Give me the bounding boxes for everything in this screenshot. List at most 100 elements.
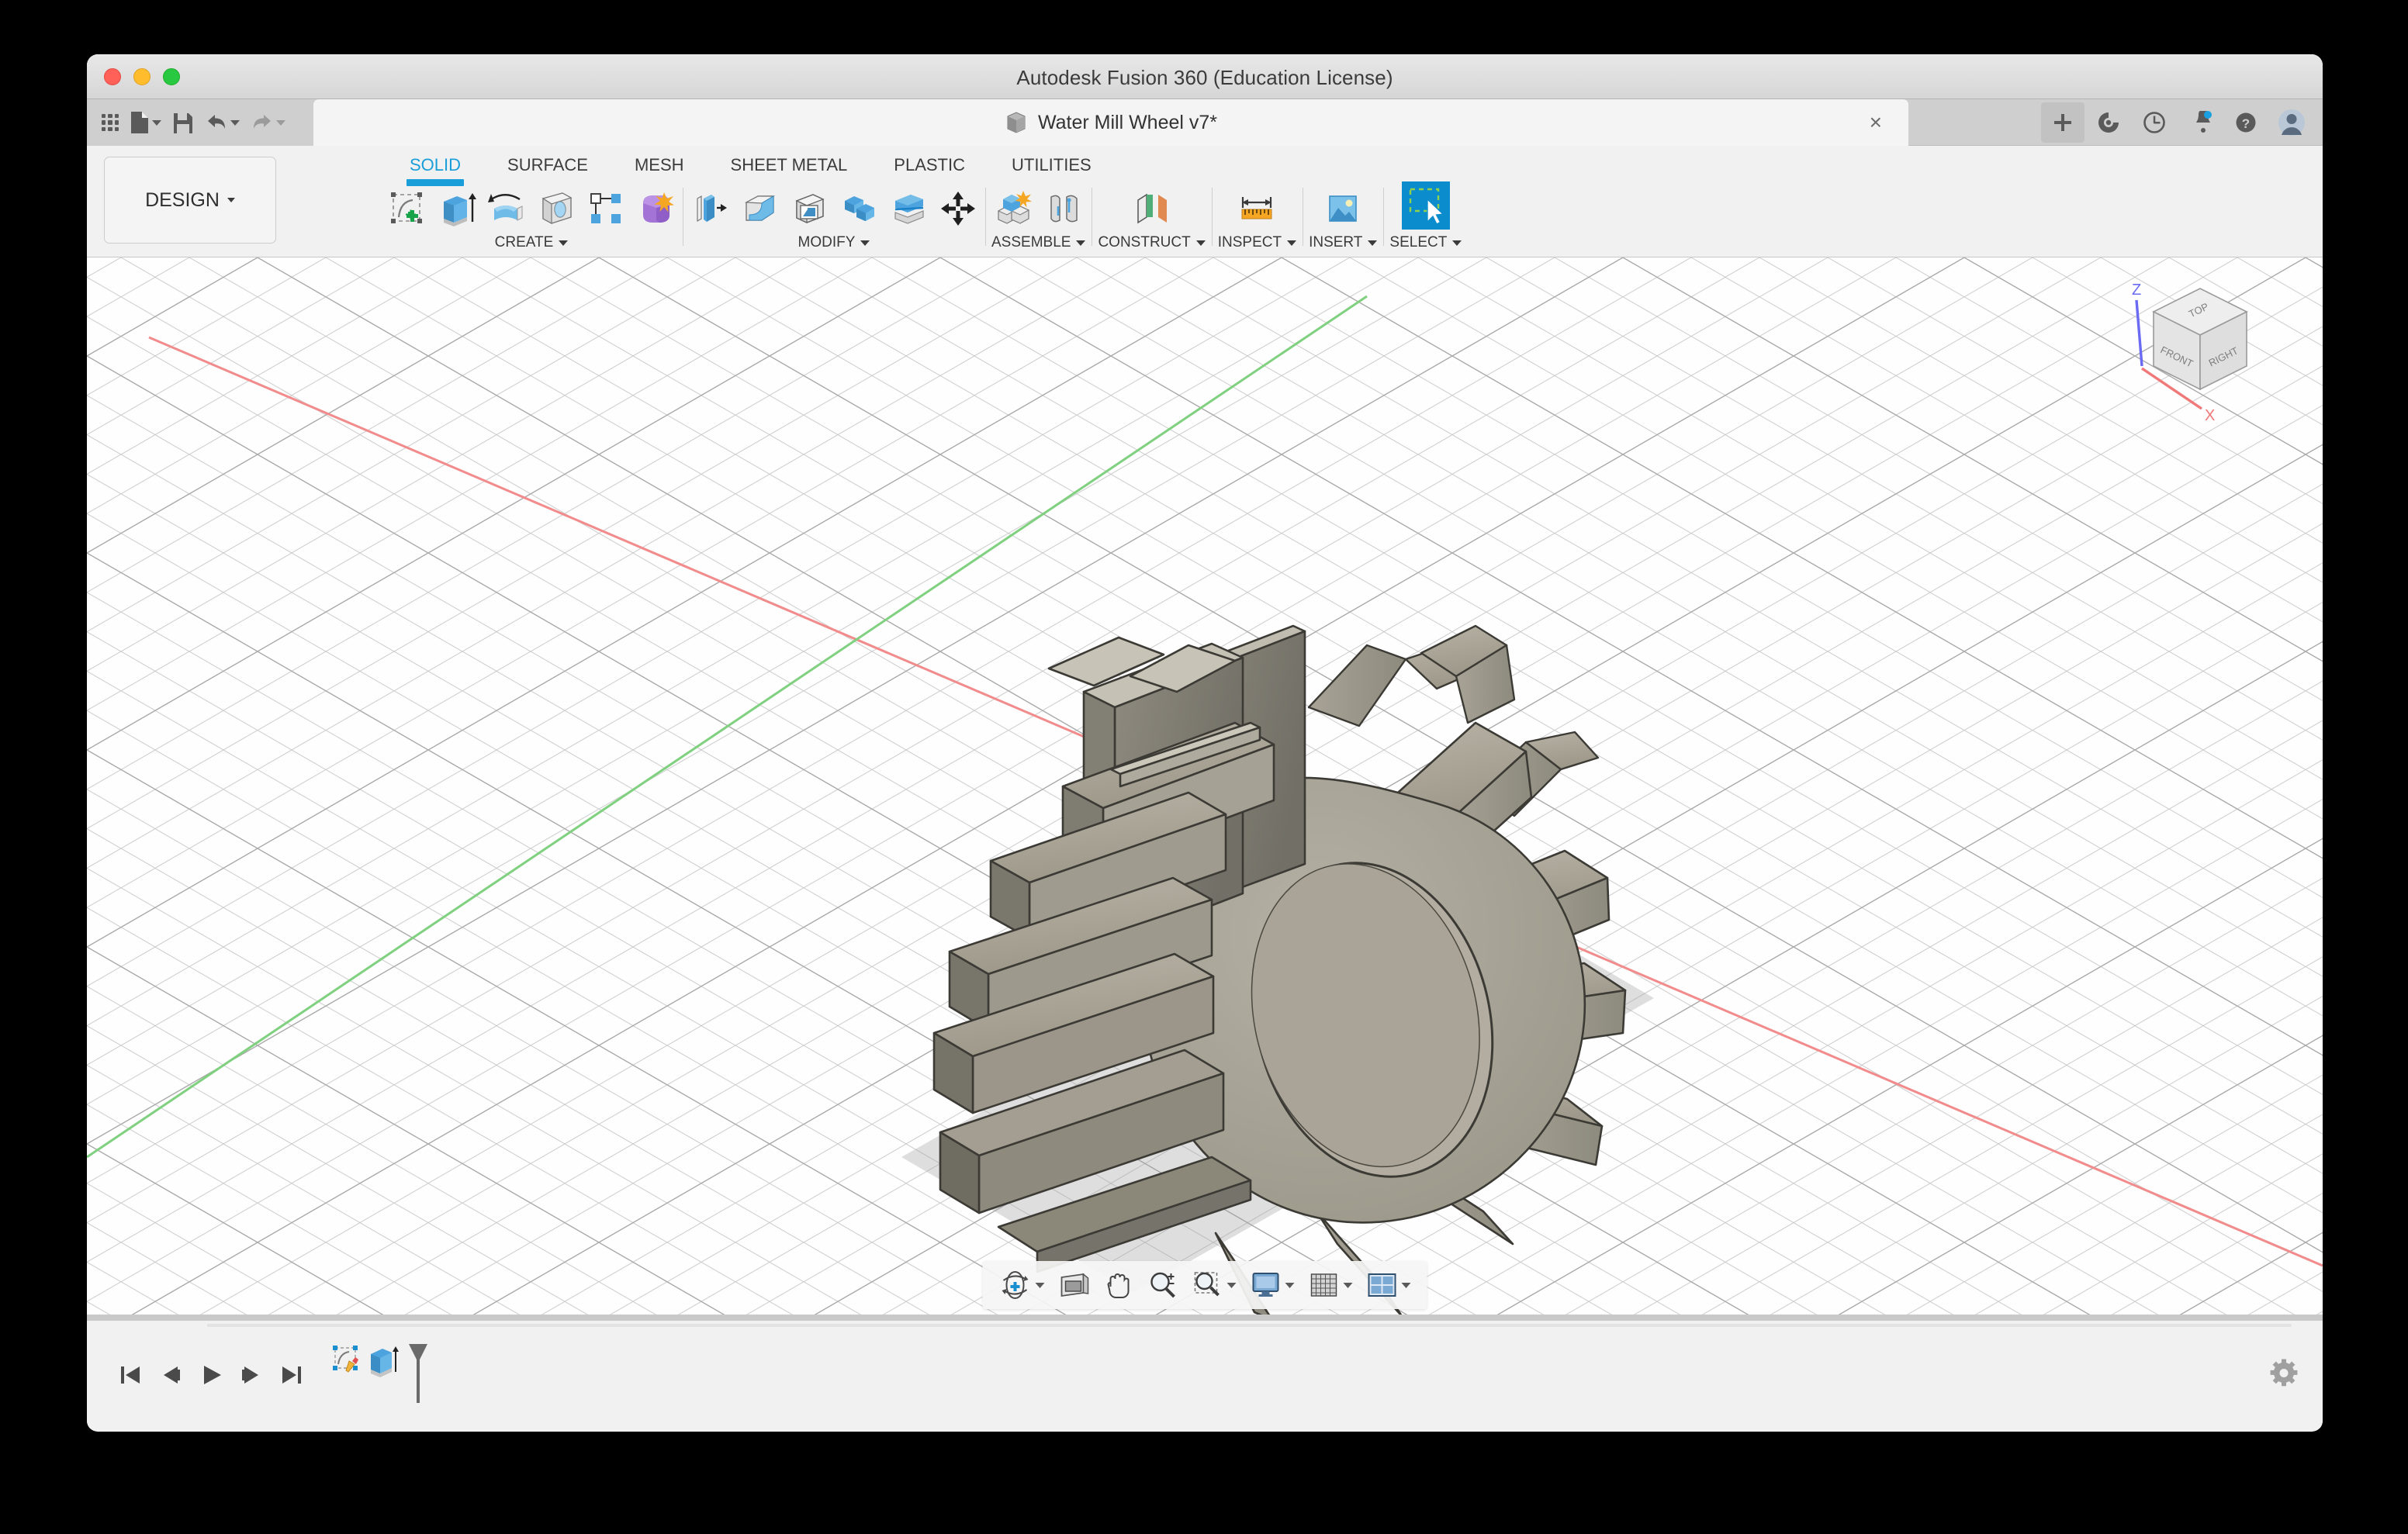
panel-label-text: CREATE [494, 234, 554, 250]
viewport-navigation-bar [982, 1261, 1427, 1309]
account-avatar[interactable] [2270, 102, 2313, 143]
chevron-down-icon [1401, 1282, 1411, 1288]
split-face-icon[interactable] [887, 188, 929, 230]
panel-label-text: INSPECT [1217, 234, 1282, 250]
bell-glyph [2196, 111, 2212, 133]
workspace-switcher-design[interactable]: DESIGN [104, 157, 276, 244]
pattern-icon[interactable] [585, 188, 627, 230]
revolve-icon[interactable] [486, 188, 528, 230]
grid-snaps-icon[interactable] [1303, 1269, 1358, 1301]
panel-insert-tools [1322, 181, 1364, 230]
close-icon[interactable]: × [1870, 112, 1882, 133]
panel-select: SELECT [1383, 181, 1468, 257]
x-axis-label: X [2205, 407, 2215, 424]
water-mill-wheel-model[interactable] [87, 257, 2323, 1320]
timeline-feature-sketch[interactable] [329, 1342, 365, 1382]
tab-sheet-metal[interactable]: SHEET METAL [708, 146, 871, 175]
save-icon[interactable] [168, 109, 198, 136]
panel-modify-label[interactable]: MODIFY [798, 234, 870, 251]
viewports-icon[interactable] [1361, 1269, 1417, 1301]
redo-arrow-glyph [254, 115, 271, 129]
notifications-bell-icon[interactable] [2178, 102, 2222, 143]
app-grid-icon[interactable] [98, 111, 123, 134]
combine-icon[interactable] [838, 188, 880, 230]
chevron-down-icon [1287, 240, 1297, 246]
hole-icon[interactable] [535, 188, 577, 230]
timeline-feature-list [329, 1342, 431, 1408]
panel-create-tools [386, 181, 676, 230]
offset-plane-icon[interactable] [1131, 188, 1173, 230]
insert-canvas-icon[interactable] [1322, 188, 1364, 230]
play-button[interactable] [191, 1353, 231, 1397]
timeline-scrollbar[interactable] [207, 1324, 2292, 1327]
panel-assemble-label[interactable]: ASSEMBLE [991, 234, 1086, 251]
chevron-down-icon [1343, 1282, 1353, 1288]
workspace-label: DESIGN [145, 188, 220, 211]
app-title: Autodesk Fusion 360 (Education License) [1016, 66, 1393, 89]
plus-icon [2054, 114, 2071, 131]
orbit-icon[interactable] [994, 1267, 1050, 1303]
component-cube-icon [1007, 112, 1026, 133]
go-to-end-button[interactable] [272, 1353, 312, 1397]
chevron-down-icon [230, 119, 240, 126]
view-cube-box: TOP FRONT RIGHT [2152, 288, 2248, 391]
timeline-marker[interactable] [405, 1342, 431, 1408]
extrude-icon[interactable] [436, 188, 478, 230]
svg-text:?: ? [2242, 116, 2250, 131]
panel-assemble-tools [993, 181, 1085, 230]
tab-utilities[interactable]: UTILITIES [988, 146, 1115, 175]
extensions-icon[interactable] [2087, 102, 2130, 143]
ribbon: DESIGN SOLID SURFACE MESH SHEET METAL PL… [87, 146, 2323, 257]
redo-icon[interactable] [247, 109, 289, 136]
question-mark-glyph: ? [2236, 112, 2256, 133]
step-forward-button[interactable] [231, 1353, 272, 1397]
select-window-icon[interactable] [1401, 181, 1450, 230]
create-sketch-icon[interactable] [386, 188, 428, 230]
timeline-settings-gear-icon[interactable] [2268, 1357, 2299, 1392]
zoom-icon[interactable] [1142, 1268, 1184, 1302]
timeline-feature-extrude[interactable] [365, 1342, 400, 1382]
panel-modify-tools [689, 181, 979, 230]
panel-insert: INSERT [1303, 181, 1383, 257]
panel-inspect: INSPECT [1211, 181, 1303, 257]
window-titlebar: Autodesk Fusion 360 (Education License) [87, 54, 2323, 99]
chevron-down-icon [227, 198, 235, 202]
look-at-icon[interactable] [1054, 1269, 1095, 1301]
3d-viewport[interactable]: TOP FRONT RIGHT Z X [87, 257, 2323, 1320]
tab-plastic[interactable]: PLASTIC [870, 146, 988, 175]
go-to-beginning-button[interactable] [110, 1353, 150, 1397]
tab-solid[interactable]: SOLID [386, 146, 484, 186]
panel-inspect-label[interactable]: INSPECT [1217, 234, 1297, 251]
panel-construct-tools [1131, 181, 1173, 230]
fillet-icon[interactable] [739, 188, 780, 230]
panel-construct-label[interactable]: CONSTRUCT [1098, 234, 1206, 251]
panel-inspect-tools [1236, 181, 1278, 230]
joint-icon[interactable] [1043, 188, 1085, 230]
tab-mesh[interactable]: MESH [611, 146, 708, 175]
panel-create-label[interactable]: CREATE [495, 234, 569, 251]
ribbon-panels: CREATE MODIFY ASSEMBLE CONSTRUCT INSPECT… [380, 181, 2323, 257]
tab-surface[interactable]: SURFACE [484, 146, 611, 175]
shell-icon[interactable] [788, 188, 830, 230]
move-copy-icon[interactable] [937, 188, 979, 230]
document-tab[interactable]: Water Mill Wheel v7* × [313, 99, 1908, 146]
job-status-clock-icon[interactable] [2133, 102, 2176, 143]
press-pull-icon[interactable] [689, 188, 731, 230]
view-cube[interactable]: TOP FRONT RIGHT Z X [2107, 265, 2285, 436]
panel-modify: MODIFY [683, 181, 985, 257]
chevron-down-icon [276, 119, 285, 126]
panel-insert-label[interactable]: INSERT [1309, 234, 1378, 251]
measure-icon[interactable] [1236, 188, 1278, 230]
chevron-down-icon [1195, 240, 1206, 246]
new-tab-button[interactable] [2041, 102, 2085, 143]
new-component-icon[interactable] [993, 188, 1035, 230]
new-file-icon[interactable] [126, 108, 165, 137]
undo-icon[interactable] [201, 109, 244, 136]
display-settings-icon[interactable] [1245, 1268, 1300, 1302]
step-back-button[interactable] [150, 1353, 191, 1397]
pan-icon[interactable] [1098, 1267, 1139, 1303]
panel-select-label[interactable]: SELECT [1389, 234, 1462, 251]
help-icon[interactable]: ? [2224, 102, 2268, 143]
fit-icon[interactable] [1187, 1268, 1242, 1302]
form-icon[interactable] [635, 188, 676, 230]
